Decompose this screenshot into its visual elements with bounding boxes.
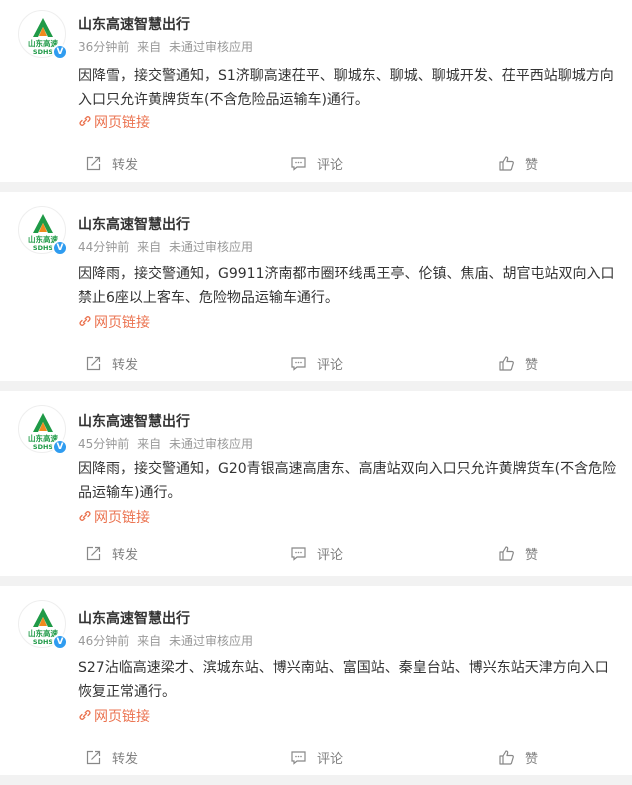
comment-label: 评论 <box>317 157 344 173</box>
svg-text:SDHS: SDHS <box>33 48 54 56</box>
post-time[interactable]: 45分钟前 <box>78 437 129 451</box>
comment-icon <box>291 546 306 561</box>
repost-button[interactable]: 转发 <box>85 148 138 178</box>
link-icon <box>78 315 92 331</box>
web-link[interactable]: 网页链接 <box>78 312 150 332</box>
repost-icon <box>86 750 101 764</box>
web-link-label: 网页链接 <box>94 115 150 131</box>
web-link[interactable]: 网页链接 <box>78 507 150 527</box>
post-meta: 45分钟前 来自 未通过审核应用 <box>78 435 257 452</box>
repost-icon <box>86 546 101 560</box>
post-text: 因降雪，接交警通知，S1济聊高速茌平、聊城东、聊城、聊城开发、茌平西站聊城方向入… <box>78 68 614 108</box>
post-actions: 转发 评论 赞 <box>0 348 632 378</box>
source-prefix: 来自 <box>137 437 162 451</box>
like-button[interactable]: 赞 <box>498 148 538 178</box>
comment-label: 评论 <box>317 357 344 373</box>
web-link-label: 网页链接 <box>94 315 150 331</box>
like-label: 赞 <box>525 357 539 373</box>
post-actions: 转发 评论 赞 <box>0 538 632 568</box>
post-source: 未通过审核应用 <box>168 437 253 451</box>
repost-button[interactable]: 转发 <box>85 348 138 378</box>
post-time[interactable]: 36分钟前 <box>78 40 129 54</box>
verified-badge-icon: V <box>52 240 68 256</box>
post-source: 未通过审核应用 <box>168 240 253 254</box>
svg-text:SDHS: SDHS <box>33 638 54 646</box>
comment-label: 评论 <box>317 751 344 767</box>
post-text: 因降雨，接交警通知，G9911济南都市圈环线禹王亭、伦镇、焦庙、胡官屯站双向入口… <box>78 266 615 306</box>
source-prefix: 来自 <box>137 634 162 648</box>
link-icon <box>78 510 92 526</box>
repost-label: 转发 <box>112 547 139 563</box>
comment-button[interactable]: 评论 <box>290 742 343 772</box>
like-label: 赞 <box>525 751 539 767</box>
link-icon <box>78 115 92 131</box>
feed-post: 山东高速 SDHS V 山东高速智慧出行 45分钟前 来自 未通过审核应用 因降… <box>0 391 632 576</box>
like-button[interactable]: 赞 <box>498 348 538 378</box>
post-source: 未通过审核应用 <box>168 634 253 648</box>
source-prefix: 来自 <box>137 240 162 254</box>
repost-label: 转发 <box>112 357 139 373</box>
comment-label: 评论 <box>317 547 344 563</box>
post-meta: 44分钟前 来自 未通过审核应用 <box>78 238 257 255</box>
author-name[interactable]: 山东高速智慧出行 <box>78 411 190 431</box>
like-label: 赞 <box>525 157 539 173</box>
post-meta: 46分钟前 来自 未通过审核应用 <box>78 632 257 649</box>
verified-badge-icon: V <box>52 439 68 455</box>
thumbs-up-icon <box>499 545 514 561</box>
repost-icon <box>86 156 101 170</box>
comment-button[interactable]: 评论 <box>290 348 343 378</box>
comment-button[interactable]: 评论 <box>290 538 343 568</box>
comment-icon <box>291 156 306 171</box>
author-name[interactable]: 山东高速智慧出行 <box>78 14 190 34</box>
verified-badge-icon: V <box>52 44 68 60</box>
like-button[interactable]: 赞 <box>498 538 538 568</box>
web-link[interactable]: 网页链接 <box>78 112 150 132</box>
post-actions: 转发 评论 赞 <box>0 742 632 772</box>
weibo-feed: 山东高速 SDHS V 山东高速智慧出行 36分钟前 来自 未通过审核应用 因降… <box>0 0 632 775</box>
web-link[interactable]: 网页链接 <box>78 706 150 726</box>
comment-icon <box>291 750 306 765</box>
source-prefix: 来自 <box>137 40 162 54</box>
thumbs-up-icon <box>499 355 514 371</box>
post-time[interactable]: 46分钟前 <box>78 634 129 648</box>
author-name[interactable]: 山东高速智慧出行 <box>78 214 190 234</box>
thumbs-up-icon <box>499 155 514 171</box>
feed-post: 山东高速 SDHS V 山东高速智慧出行 36分钟前 来自 未通过审核应用 因降… <box>0 0 632 182</box>
like-label: 赞 <box>525 547 539 563</box>
post-text: 因降雨，接交警通知，G20青银高速高唐东、高唐站双向入口只允许黄牌货车(不含危险… <box>78 461 617 501</box>
verified-badge-icon: V <box>52 634 68 650</box>
post-text: S27沾临高速梁才、滨城东站、博兴南站、富国站、秦皇台站、博兴东站天津方向入口恢… <box>78 660 609 700</box>
repost-icon <box>86 356 101 370</box>
comment-icon <box>291 356 306 371</box>
post-meta: 36分钟前 来自 未通过审核应用 <box>78 38 257 55</box>
post-source: 未通过审核应用 <box>168 40 253 54</box>
like-button[interactable]: 赞 <box>498 742 538 772</box>
svg-text:SDHS: SDHS <box>33 443 54 451</box>
link-icon <box>78 709 92 725</box>
comment-button[interactable]: 评论 <box>290 148 343 178</box>
svg-text:SDHS: SDHS <box>33 244 54 252</box>
web-link-label: 网页链接 <box>94 709 150 725</box>
post-time[interactable]: 44分钟前 <box>78 240 129 254</box>
feed-post: 山东高速 SDHS V 山东高速智慧出行 46分钟前 来自 未通过审核应用 S2… <box>0 586 632 775</box>
repost-button[interactable]: 转发 <box>85 538 138 568</box>
post-actions: 转发 评论 赞 <box>0 148 632 178</box>
repost-label: 转发 <box>112 751 139 767</box>
author-name[interactable]: 山东高速智慧出行 <box>78 608 190 628</box>
thumbs-up-icon <box>499 749 514 765</box>
feed-post: 山东高速 SDHS V 山东高速智慧出行 44分钟前 来自 未通过审核应用 因降… <box>0 192 632 381</box>
repost-button[interactable]: 转发 <box>85 742 138 772</box>
web-link-label: 网页链接 <box>94 510 150 526</box>
repost-label: 转发 <box>112 157 139 173</box>
